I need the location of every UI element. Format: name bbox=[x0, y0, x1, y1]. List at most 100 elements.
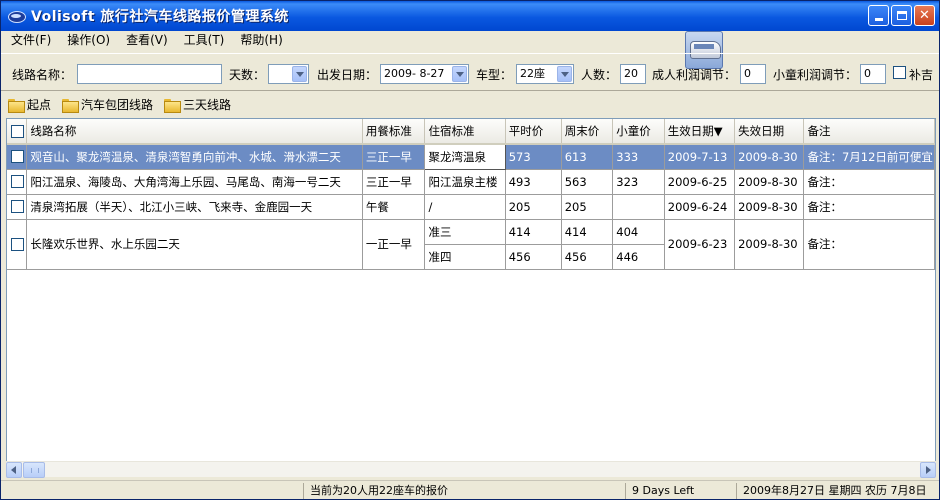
status-days-left: 9 Days Left bbox=[625, 483, 710, 499]
search-toolbar: 线路名称： 天数： 出发日期： 2009- 8-27 车型： 22座 人数： 2… bbox=[1, 53, 939, 91]
category-label: 汽车包团线路 bbox=[81, 98, 154, 112]
category-three-day[interactable]: 三天线路 bbox=[164, 96, 231, 113]
column-header-hotel[interactable]: 住宿标准 bbox=[424, 119, 506, 145]
child-price-cell[interactable]: 446 bbox=[612, 244, 665, 270]
grid-header: 线路名称 用餐标准 住宿标准 平时价 周末价 小童价 生效日期▼ 失效日期 备注 bbox=[7, 119, 935, 145]
weekend-price-cell[interactable]: 414 bbox=[561, 219, 614, 245]
weekday-price-cell[interactable]: 493 bbox=[505, 169, 562, 195]
start-date-cell[interactable]: 2009-6-24 bbox=[664, 194, 736, 220]
close-button[interactable]: ✕ bbox=[914, 5, 935, 26]
route-name-input[interactable] bbox=[77, 64, 222, 84]
menu-operation[interactable]: 操作(O) bbox=[57, 31, 116, 50]
hotel-cell[interactable]: 阳江温泉主楼 bbox=[424, 169, 506, 195]
horizontal-scrollbar[interactable] bbox=[6, 461, 936, 478]
note-cell[interactable]: 备注：7月12日前可便宜 bbox=[803, 144, 935, 170]
weekend-price-cell[interactable]: 613 bbox=[561, 144, 614, 170]
route-name-cell[interactable]: 观音山、聚龙湾温泉、清泉湾智勇向前冲、水城、滑水漂二天 bbox=[26, 144, 363, 170]
menu-tools[interactable]: 工具(T) bbox=[174, 31, 231, 50]
child-price-cell[interactable]: 404 bbox=[612, 219, 665, 245]
weekend-price-cell[interactable]: 456 bbox=[561, 244, 614, 270]
hotel-cell[interactable]: / bbox=[424, 194, 506, 220]
column-header-note[interactable]: 备注 bbox=[803, 119, 935, 145]
start-date-cell[interactable]: 2009-7-13 bbox=[664, 144, 736, 170]
departure-date-picker[interactable]: 2009- 8-27 bbox=[380, 64, 469, 84]
child-profit-input[interactable]: 0 bbox=[860, 64, 886, 84]
route-name-cell[interactable]: 清泉湾拓展（半天）、北江小三峡、飞来寺、金鹿园一天 bbox=[26, 194, 363, 220]
scroll-left-button[interactable] bbox=[6, 462, 22, 478]
table-row[interactable]: 清泉湾拓展（半天）、北江小三峡、飞来寺、金鹿园一天 午餐 / 205 205 2… bbox=[7, 194, 935, 220]
note-cell[interactable]: 备注： bbox=[803, 219, 935, 270]
hotel-cell[interactable]: 聚龙湾温泉 bbox=[424, 143, 506, 170]
note-cell[interactable]: 备注： bbox=[803, 194, 935, 220]
route-name-label: 线路名称： bbox=[12, 68, 73, 82]
route-name-cell[interactable]: 长隆欢乐世界、水上乐园二天 bbox=[26, 219, 363, 270]
weekend-price-cell[interactable]: 563 bbox=[561, 169, 614, 195]
people-label: 人数： bbox=[581, 68, 618, 82]
menu-view[interactable]: 查看(V) bbox=[116, 31, 174, 50]
status-date: 2009年8月27日 星期四 农历 7月8日 bbox=[736, 483, 939, 499]
menu-file[interactable]: 文件(F) bbox=[1, 31, 57, 50]
menu-help[interactable]: 帮助(H) bbox=[230, 31, 288, 50]
chevron-down-icon[interactable] bbox=[452, 66, 467, 82]
route-price-grid[interactable]: 线路名称 用餐标准 住宿标准 平时价 周末价 小童价 生效日期▼ 失效日期 备注… bbox=[6, 118, 936, 462]
maximize-button[interactable] bbox=[891, 5, 912, 26]
table-row[interactable]: 长隆欢乐世界、水上乐园二天 一正一早 准三 414 414 404 2009-6… bbox=[7, 219, 935, 270]
hotel-cell[interactable]: 准四 bbox=[424, 244, 506, 270]
row-checkbox[interactable] bbox=[11, 150, 24, 164]
column-header-name[interactable]: 线路名称 bbox=[26, 119, 363, 145]
column-header-weekend[interactable]: 周末价 bbox=[561, 119, 614, 145]
folder-open-icon bbox=[8, 98, 25, 113]
table-row[interactable]: 阳江温泉、海陵岛、大角湾海上乐园、马尾岛、南海一号二天 三正一早 阳江温泉主楼 … bbox=[7, 169, 935, 195]
meal-cell[interactable]: 午餐 bbox=[362, 194, 426, 220]
meal-cell[interactable]: 一正一早 bbox=[362, 219, 426, 270]
departure-date-label: 出发日期： bbox=[317, 68, 378, 82]
column-header-child[interactable]: 小童价 bbox=[612, 119, 665, 145]
supplement-checkbox[interactable] bbox=[893, 66, 906, 79]
weekday-price-cell[interactable]: 414 bbox=[505, 219, 562, 245]
category-bus-group[interactable]: 汽车包团线路 bbox=[62, 96, 153, 113]
end-date-cell[interactable]: 2009-8-30 bbox=[734, 169, 805, 195]
child-profit-label: 小童利润调节： bbox=[773, 68, 858, 82]
end-date-cell[interactable]: 2009-8-30 bbox=[734, 194, 805, 220]
route-name-cell[interactable]: 阳江温泉、海陵岛、大角湾海上乐园、马尾岛、南海一号二天 bbox=[26, 169, 363, 195]
select-all-header[interactable] bbox=[7, 119, 28, 145]
child-price-cell[interactable] bbox=[612, 194, 665, 220]
minimize-button[interactable] bbox=[868, 5, 889, 26]
end-date-cell[interactable]: 2009-8-30 bbox=[734, 219, 805, 270]
column-header-end-date[interactable]: 失效日期 bbox=[734, 119, 805, 145]
chevron-down-icon[interactable] bbox=[557, 66, 572, 82]
people-input[interactable]: 20 bbox=[620, 64, 646, 84]
vehicle-type-select[interactable]: 22座 bbox=[516, 64, 574, 84]
start-date-cell[interactable]: 2009-6-25 bbox=[664, 169, 736, 195]
row-checkbox[interactable] bbox=[11, 237, 24, 251]
weekday-price-cell[interactable]: 456 bbox=[505, 244, 562, 270]
vehicle-type-label: 车型： bbox=[476, 68, 513, 82]
category-breadcrumb: 起点 汽车包团线路 三天线路 bbox=[1, 92, 939, 117]
select-all-checkbox[interactable] bbox=[11, 124, 24, 138]
scroll-thumb[interactable] bbox=[23, 462, 45, 478]
weekday-price-cell[interactable]: 205 bbox=[505, 194, 562, 220]
hotel-cell[interactable]: 准三 bbox=[424, 219, 506, 245]
title-bar[interactable]: Volisoft 旅行社汽车线路报价管理系统 ✕ bbox=[1, 1, 939, 31]
meal-cell[interactable]: 三正一早 bbox=[362, 169, 426, 195]
chevron-down-icon[interactable] bbox=[292, 66, 307, 82]
days-select[interactable] bbox=[268, 64, 309, 84]
row-checkbox[interactable] bbox=[11, 200, 24, 213]
child-price-cell[interactable]: 333 bbox=[612, 144, 665, 170]
main-window: Volisoft 旅行社汽车线路报价管理系统 ✕ 文件(F) 操作(O) 查看(… bbox=[0, 0, 940, 500]
weekday-price-cell[interactable]: 573 bbox=[505, 144, 562, 170]
scroll-right-button[interactable] bbox=[920, 462, 936, 478]
column-header-start-date[interactable]: 生效日期▼ bbox=[664, 119, 736, 145]
table-row[interactable]: 观音山、聚龙湾温泉、清泉湾智勇向前冲、水城、滑水漂二天 三正一早 聚龙湾温泉 5… bbox=[7, 143, 935, 170]
meal-cell[interactable]: 三正一早 bbox=[362, 144, 426, 170]
note-cell[interactable]: 备注： bbox=[803, 169, 935, 195]
weekend-price-cell[interactable]: 205 bbox=[561, 194, 614, 220]
category-start[interactable]: 起点 bbox=[8, 96, 51, 113]
column-header-weekday[interactable]: 平时价 bbox=[505, 119, 562, 145]
end-date-cell[interactable]: 2009-8-30 bbox=[734, 144, 805, 170]
adult-profit-input[interactable]: 0 bbox=[740, 64, 766, 84]
start-date-cell[interactable]: 2009-6-23 bbox=[664, 219, 736, 270]
column-header-meal[interactable]: 用餐标准 bbox=[362, 119, 426, 145]
row-checkbox[interactable] bbox=[11, 175, 24, 188]
child-price-cell[interactable]: 323 bbox=[612, 169, 665, 195]
